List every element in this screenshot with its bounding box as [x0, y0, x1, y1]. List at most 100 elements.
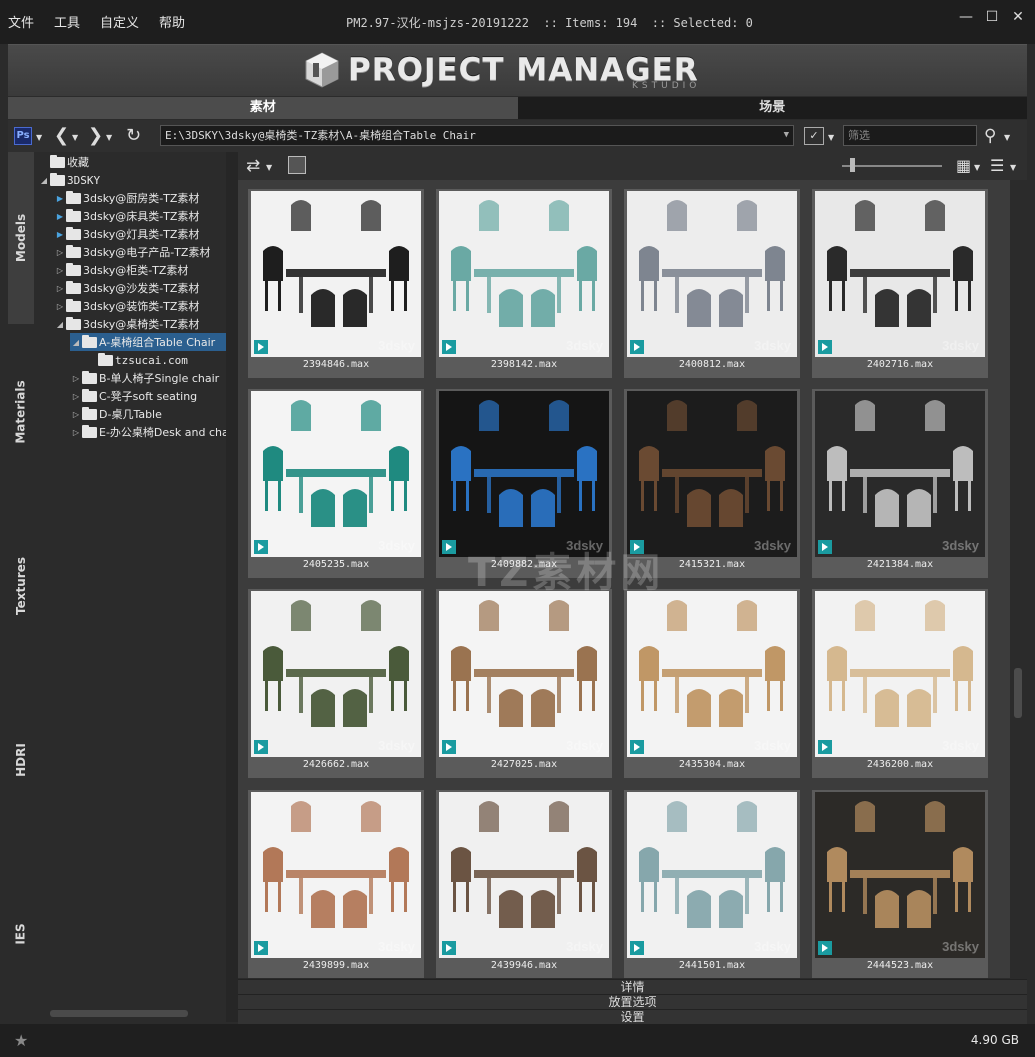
tab-models[interactable]: Models: [8, 152, 34, 324]
tab-ies[interactable]: IES: [8, 848, 34, 1020]
checklist-icon[interactable]: ✓: [804, 127, 824, 145]
section-details[interactable]: 详情: [238, 979, 1027, 994]
filter-input[interactable]: 筛选: [843, 125, 977, 146]
tree-item-sofas[interactable]: ▷ 3dsky@沙发类-TZ素材: [54, 279, 199, 297]
collapse-arrow-icon[interactable]: ◢: [70, 338, 82, 347]
checklist-dropdown-icon[interactable]: ▼: [828, 128, 834, 148]
menu-help[interactable]: 帮助: [159, 12, 185, 31]
expand-arrow-icon[interactable]: ▷: [70, 410, 82, 419]
minimize-icon[interactable]: —: [959, 10, 973, 24]
view-dropdown-icon[interactable]: ▼: [974, 158, 980, 178]
asset-thumbnail[interactable]: 3dsky: [439, 792, 609, 958]
asset-thumbnail[interactable]: 3dsky: [815, 591, 985, 757]
tree-item-beds[interactable]: ▶ 3dsky@床具类-TZ素材: [54, 207, 199, 225]
asset-item[interactable]: 3dsky 2398142.max: [436, 189, 612, 378]
back-dropdown-icon[interactable]: ▼: [72, 128, 78, 148]
thumbnail-size-slider[interactable]: [842, 165, 942, 167]
asset-thumbnail[interactable]: 3dsky: [251, 591, 421, 757]
expand-arrow-icon[interactable]: ▶: [54, 230, 66, 239]
refresh-icon[interactable]: ↻: [126, 126, 141, 146]
asset-thumbnail[interactable]: 3dsky: [439, 191, 609, 357]
asset-item[interactable]: 3dsky 2427025.max: [436, 589, 612, 778]
asset-thumbnail[interactable]: 3dsky: [627, 792, 797, 958]
path-field[interactable]: E:\3DSKY\3dsky@桌椅类-TZ素材\A-桌椅组合Table Chai…: [160, 125, 794, 146]
collapse-arrow-icon[interactable]: ◢: [54, 320, 66, 329]
asset-thumbnail[interactable]: 3dsky: [439, 591, 609, 757]
sort-dropdown-icon[interactable]: ▼: [1010, 158, 1016, 178]
expand-arrow-icon[interactable]: ▷: [70, 428, 82, 437]
tree-item-3dsky[interactable]: ◢ 3DSKY: [38, 171, 100, 189]
asset-thumbnail[interactable]: 3dsky: [439, 391, 609, 557]
grid-view-icon[interactable]: ▦: [956, 156, 971, 176]
panel-splitter[interactable]: [226, 152, 238, 1022]
asset-thumbnail[interactable]: 3dsky: [627, 191, 797, 357]
asset-item[interactable]: 3dsky 2405235.max: [248, 389, 424, 578]
search-dropdown-icon[interactable]: ▼: [1004, 128, 1010, 148]
expand-arrow-icon[interactable]: ▶: [54, 212, 66, 221]
asset-thumbnail[interactable]: 3dsky: [627, 391, 797, 557]
asset-item[interactable]: 3dsky 2402716.max: [812, 189, 988, 378]
tab-hdri[interactable]: HDRI: [8, 672, 34, 848]
tab-materials[interactable]: Materials: [8, 324, 34, 500]
tree-item-lamps[interactable]: ▶ 3dsky@灯具类-TZ素材: [54, 225, 199, 243]
slider-handle[interactable]: [850, 158, 855, 172]
sort-icon[interactable]: ☰: [990, 156, 1004, 176]
expand-arrow-icon[interactable]: ▷: [54, 248, 66, 257]
asset-thumbnail[interactable]: 3dsky: [815, 792, 985, 958]
menu-file[interactable]: 文件: [8, 12, 34, 31]
sync-dropdown-icon[interactable]: ▼: [266, 158, 272, 178]
tree-item-kitchen[interactable]: ▶ 3dsky@厨房类-TZ素材: [54, 189, 199, 207]
tab-textures[interactable]: Textures: [8, 500, 34, 672]
expand-arrow-icon[interactable]: ▷: [54, 284, 66, 293]
expand-arrow-icon[interactable]: ▷: [70, 392, 82, 401]
maximize-icon[interactable]: ☐: [985, 10, 999, 24]
ps-dropdown-icon[interactable]: ▼: [36, 128, 42, 148]
menu-customize[interactable]: 自定义: [100, 12, 139, 31]
tree-item-electronics[interactable]: ▷ 3dsky@电子产品-TZ素材: [54, 243, 210, 261]
expand-arrow-icon[interactable]: ▶: [54, 194, 66, 203]
tree-item-desk-chair[interactable]: ▷ E-办公桌椅Desk and chair: [70, 423, 226, 441]
expand-arrow-icon[interactable]: ▷: [54, 302, 66, 311]
asset-item[interactable]: 3dsky 2436200.max: [812, 589, 988, 778]
search-icon[interactable]: ⚲: [984, 126, 996, 146]
grid-vertical-scrollbar[interactable]: [1010, 180, 1027, 978]
tree-item-table[interactable]: ▷ D-桌几Table: [70, 405, 162, 423]
asset-item[interactable]: 3dsky 2426662.max: [248, 589, 424, 778]
tree-item-tzsucai[interactable]: tzsucai.com: [86, 351, 188, 369]
tree-item-table-chair-set[interactable]: ◢ A-桌椅组合Table Chair: [70, 333, 226, 351]
tree-item-single-chair[interactable]: ▷ B-单人椅子Single chair: [70, 369, 219, 387]
asset-item[interactable]: 3dsky 2409882.max: [436, 389, 612, 578]
close-icon[interactable]: ✕: [1011, 10, 1025, 24]
back-icon[interactable]: ❮: [54, 126, 69, 146]
asset-item[interactable]: 3dsky 2400812.max: [624, 189, 800, 378]
cube-export-icon[interactable]: [288, 156, 306, 174]
asset-thumbnail[interactable]: 3dsky: [815, 191, 985, 357]
asset-item[interactable]: 3dsky 2415321.max: [624, 389, 800, 578]
asset-thumbnail[interactable]: 3dsky: [815, 391, 985, 557]
asset-thumbnail[interactable]: 3dsky: [251, 191, 421, 357]
sync-icon[interactable]: ⇄: [246, 156, 260, 176]
asset-thumbnail[interactable]: 3dsky: [251, 391, 421, 557]
asset-item[interactable]: 3dsky 2439946.max: [436, 790, 612, 978]
forward-dropdown-icon[interactable]: ▼: [106, 128, 112, 148]
asset-item[interactable]: 3dsky 2421384.max: [812, 389, 988, 578]
scrollbar-thumb[interactable]: [1014, 668, 1022, 718]
tree-item-tables-chairs[interactable]: ◢ 3dsky@桌椅类-TZ素材: [54, 315, 199, 333]
photoshop-icon[interactable]: Ps: [14, 127, 32, 145]
section-placement-options[interactable]: 放置选项: [238, 994, 1027, 1009]
tab-assets[interactable]: 素材: [8, 97, 518, 119]
asset-item[interactable]: 3dsky 2444523.max: [812, 790, 988, 978]
tab-scenes[interactable]: 场景: [517, 97, 1027, 119]
asset-thumbnail[interactable]: 3dsky: [627, 591, 797, 757]
collapse-arrow-icon[interactable]: ◢: [38, 176, 50, 185]
tree-item-favorites[interactable]: 收藏: [38, 153, 89, 171]
asset-item[interactable]: 3dsky 2439899.max: [248, 790, 424, 978]
tree-horizontal-scrollbar[interactable]: [50, 1010, 188, 1017]
tree-item-decor[interactable]: ▷ 3dsky@装饰类-TZ素材: [54, 297, 199, 315]
section-settings[interactable]: 设置: [238, 1009, 1027, 1024]
tree-item-cabinets[interactable]: ▷ 3dsky@柜类-TZ素材: [54, 261, 188, 279]
asset-item[interactable]: 3dsky 2441501.max: [624, 790, 800, 978]
forward-icon[interactable]: ❯: [88, 126, 103, 146]
asset-thumbnail[interactable]: 3dsky: [251, 792, 421, 958]
tree-item-soft-seating[interactable]: ▷ C-凳子soft seating: [70, 387, 197, 405]
